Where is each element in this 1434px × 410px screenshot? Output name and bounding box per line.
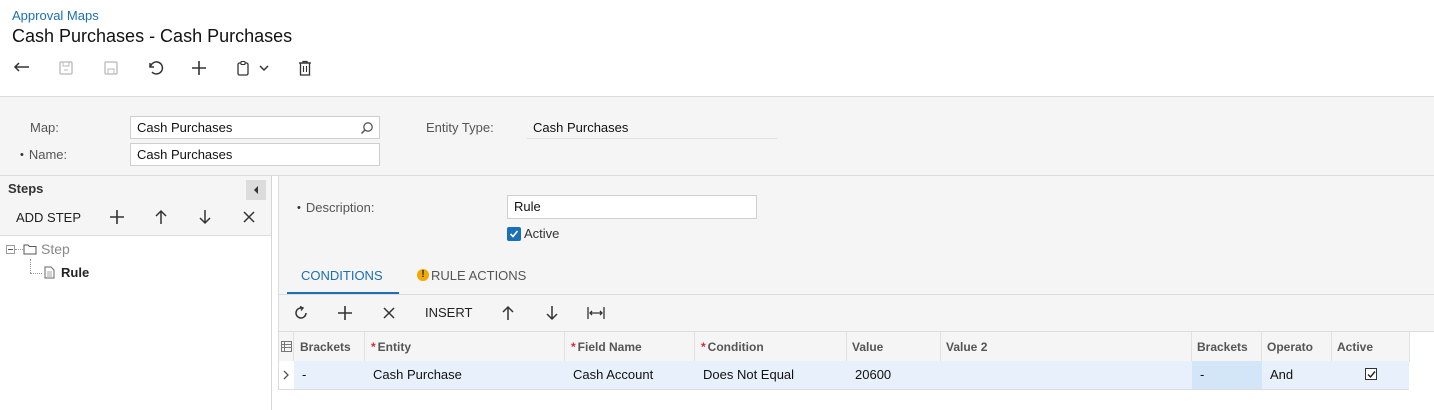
map-form-panel: Map: Cash Purchases Name: Cash Purchases… xyxy=(0,96,1434,176)
map-value: Cash Purchases xyxy=(137,120,233,135)
add-row-icon[interactable] xyxy=(333,301,357,325)
save-close-icon[interactable] xyxy=(54,56,78,80)
rule-details: Description: Rule Active CONDITIONS ! RU… xyxy=(278,176,1434,294)
column-settings-icon[interactable] xyxy=(279,332,294,362)
add-step-button[interactable]: ADD STEP xyxy=(16,210,81,225)
undo-icon[interactable] xyxy=(143,56,167,80)
map-selector[interactable]: Cash Purchases xyxy=(130,116,380,139)
add-icon[interactable] xyxy=(105,205,129,229)
collapse-panel-button[interactable] xyxy=(246,180,266,200)
cell-value[interactable]: 20600 xyxy=(847,361,941,389)
copy-paste-icon[interactable] xyxy=(231,56,255,80)
close-icon[interactable] xyxy=(237,205,261,229)
active-label: Active xyxy=(524,226,560,241)
delete-row-icon[interactable] xyxy=(377,301,401,325)
search-icon[interactable] xyxy=(360,121,374,135)
warning-icon: ! xyxy=(417,269,429,281)
page-title: Cash Purchases - Cash Purchases xyxy=(12,26,293,46)
table-row[interactable]: - Cash Purchase Cash Account Does Not Eq… xyxy=(278,361,1409,390)
chevron-down-icon[interactable] xyxy=(256,56,272,80)
header-brackets-close[interactable]: Brackets xyxy=(1192,332,1262,362)
name-value: Cash Purchases xyxy=(137,147,233,162)
refresh-icon[interactable] xyxy=(289,301,313,325)
steps-title: Steps xyxy=(8,181,44,196)
row-selector-chevron-icon[interactable] xyxy=(279,361,294,389)
active-row-checkbox[interactable] xyxy=(1365,368,1377,380)
map-label: Map: xyxy=(30,120,59,135)
move-up-icon[interactable] xyxy=(496,301,520,325)
header-field-name[interactable]: * Field Name xyxy=(565,332,695,362)
insert-button[interactable]: INSERT xyxy=(425,305,472,320)
back-icon[interactable] xyxy=(10,56,34,80)
tree-node-step[interactable]: Step xyxy=(41,241,70,257)
cell-brackets-close[interactable]: - xyxy=(1192,361,1262,389)
header-brackets-open[interactable]: Brackets xyxy=(294,332,365,362)
main-toolbar xyxy=(10,56,330,82)
tree-node-rule[interactable]: Rule xyxy=(61,265,89,280)
tab-conditions[interactable]: CONDITIONS xyxy=(301,268,383,283)
checkmark-icon xyxy=(509,230,519,238)
arrow-down-icon[interactable] xyxy=(193,205,217,229)
delete-icon[interactable] xyxy=(293,56,317,80)
description-label: Description: xyxy=(297,200,375,215)
cell-operator[interactable]: And xyxy=(1262,361,1332,389)
entity-type-value: Cash Purchases xyxy=(527,116,777,139)
arrow-up-icon[interactable] xyxy=(149,205,173,229)
active-checkbox[interactable] xyxy=(507,227,521,241)
fit-to-screen-icon[interactable] xyxy=(584,301,608,325)
header-value[interactable]: Value xyxy=(847,332,941,362)
cell-brackets-open[interactable]: - xyxy=(294,361,365,389)
save-icon[interactable] xyxy=(99,56,123,80)
cell-value2[interactable] xyxy=(941,361,1192,389)
description-value: Rule xyxy=(514,199,541,214)
tree-collapse-icon[interactable] xyxy=(6,245,16,255)
rule-panel: Description: Rule Active CONDITIONS ! RU… xyxy=(278,176,1434,410)
tab-rule-actions[interactable]: RULE ACTIONS xyxy=(431,268,526,283)
cell-condition[interactable]: Does Not Equal xyxy=(695,361,847,389)
header-value2[interactable]: Value 2 xyxy=(941,332,1192,362)
cell-entity[interactable]: Cash Purchase xyxy=(365,361,565,389)
header-entity[interactable]: * Entity xyxy=(365,332,565,362)
checkmark-icon xyxy=(1367,370,1376,378)
breadcrumb-approval-maps[interactable]: Approval Maps xyxy=(12,8,99,23)
name-field[interactable]: Cash Purchases xyxy=(130,143,380,166)
folder-icon xyxy=(23,243,37,255)
cell-active[interactable] xyxy=(1332,361,1410,389)
conditions-toolbar: INSERT xyxy=(278,294,1434,332)
steps-panel: Steps ADD STEP Step Rule xyxy=(0,176,272,410)
document-icon xyxy=(44,266,55,279)
move-down-icon[interactable] xyxy=(540,301,564,325)
header-operator[interactable]: Operato xyxy=(1262,332,1332,362)
description-field[interactable]: Rule xyxy=(507,195,757,219)
grid-header: Brackets * Entity * Field Name * Condition … xyxy=(278,332,1410,362)
add-icon[interactable] xyxy=(187,56,211,80)
name-label: Name: xyxy=(20,147,67,162)
entity-type-label: Entity Type: xyxy=(426,120,494,135)
header-active[interactable]: Active xyxy=(1332,332,1410,362)
steps-header: Steps ADD STEP xyxy=(0,176,271,236)
header-condition[interactable]: * Condition xyxy=(695,332,847,362)
caret-left-icon xyxy=(254,186,258,194)
cell-field-name[interactable]: Cash Account xyxy=(565,361,695,389)
